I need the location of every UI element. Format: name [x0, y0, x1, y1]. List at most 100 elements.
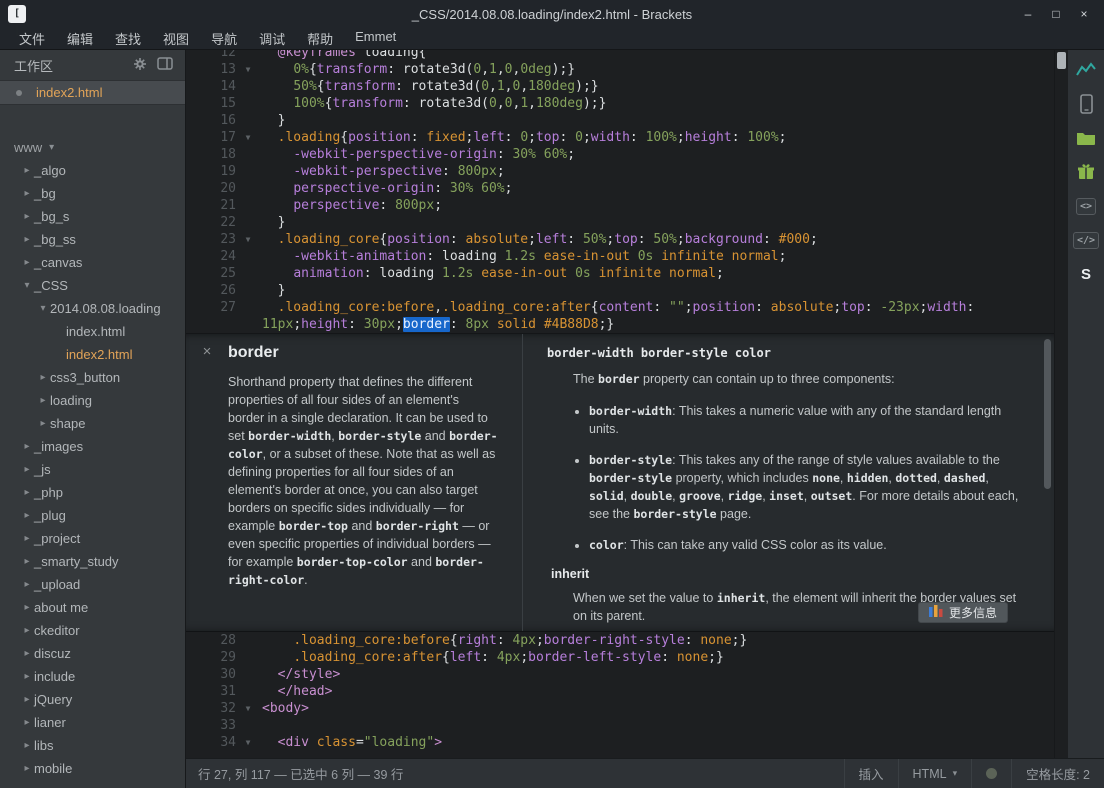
folder-extension-icon[interactable] [1074, 126, 1098, 150]
lint-status-cell[interactable] [971, 759, 1011, 788]
folder-closed-icon[interactable]: ▸ [20, 234, 34, 245]
line-number[interactable]: 29 [186, 649, 240, 666]
code-line-32[interactable]: 32▼<body> [186, 700, 1054, 717]
tree-item-_plug[interactable]: ▸_plug [0, 504, 185, 527]
line-number[interactable]: 16 [186, 112, 240, 129]
code-angle-icon[interactable]: <> [1074, 194, 1098, 218]
line-number[interactable]: 24 [186, 248, 240, 265]
folder-closed-icon[interactable]: ▸ [20, 487, 34, 498]
code-line-26[interactable]: 26 } [186, 282, 1054, 299]
fold-marker-icon[interactable]: ▼ [240, 61, 256, 78]
tree-item-css3_button[interactable]: ▸css3_button [0, 366, 185, 389]
menu-item-视图[interactable]: 视图 [152, 29, 200, 48]
tree-item-index2.html[interactable]: index2.html [0, 343, 185, 366]
line-number[interactable]: 32 [186, 700, 240, 717]
line-number[interactable] [186, 316, 240, 333]
folder-closed-icon[interactable]: ▸ [20, 579, 34, 590]
tree-item-2014.08.08.loading[interactable]: ▾2014.08.08.loading [0, 297, 185, 320]
line-number[interactable]: 12 [186, 50, 240, 61]
language-selector[interactable]: HTML ▾ [898, 759, 972, 788]
line-number[interactable]: 25 [186, 265, 240, 282]
code-line-33[interactable]: 33 [186, 717, 1054, 734]
tree-item-loading[interactable]: ▸loading [0, 389, 185, 412]
folder-closed-icon[interactable]: ▸ [20, 763, 34, 774]
code-line-28[interactable]: 28 .loading_core:before{right: 4px;borde… [186, 632, 1054, 649]
code-line-31[interactable]: 31 </head> [186, 683, 1054, 700]
fold-marker-icon[interactable]: ▼ [240, 700, 256, 717]
line-number[interactable]: 14 [186, 78, 240, 95]
folder-closed-icon[interactable]: ▸ [20, 464, 34, 475]
tree-item-lianer[interactable]: ▸lianer [0, 711, 185, 734]
tree-item-_canvas[interactable]: ▸_canvas [0, 251, 185, 274]
menu-item-编辑[interactable]: 编辑 [56, 29, 104, 48]
folder-closed-icon[interactable]: ▸ [20, 188, 34, 199]
tree-item-discuz[interactable]: ▸discuz [0, 642, 185, 665]
folder-closed-icon[interactable]: ▸ [20, 694, 34, 705]
code-line-27[interactable]: 27 .loading_core:before,.loading_core:af… [186, 299, 1054, 316]
line-number[interactable]: 20 [186, 180, 240, 197]
close-window-icon[interactable]: × [1074, 7, 1094, 21]
line-number[interactable]: 31 [186, 683, 240, 700]
line-number[interactable]: 15 [186, 95, 240, 112]
line-number[interactable]: 18 [186, 146, 240, 163]
folder-closed-icon[interactable]: ▸ [20, 717, 34, 728]
fold-marker-icon[interactable]: ▼ [240, 129, 256, 146]
code-line-16[interactable]: 16 } [186, 112, 1054, 129]
snippets-icon[interactable]: S [1074, 262, 1098, 286]
folder-closed-icon[interactable]: ▸ [36, 372, 50, 383]
tree-item-_bg_s[interactable]: ▸_bg_s [0, 205, 185, 228]
code-line-20[interactable]: 20 perspective-origin: 30% 60%; [186, 180, 1054, 197]
code-line-18[interactable]: 18 -webkit-perspective-origin: 30% 60%; [186, 146, 1054, 163]
code-line-13[interactable]: 13▼ 0%{transform: rotate3d(0,1,0,0deg);} [186, 61, 1054, 78]
gift-extension-icon[interactable] [1074, 160, 1098, 184]
tree-item-index.html[interactable]: index.html [0, 320, 185, 343]
maximize-icon[interactable]: □ [1046, 7, 1066, 21]
code-line-12[interactable]: 12 @keyframes loading{ [186, 50, 1054, 61]
tree-item-_bg_ss[interactable]: ▸_bg_ss [0, 228, 185, 251]
code-line-14[interactable]: 14 50%{transform: rotate3d(0,1,0,180deg)… [186, 78, 1054, 95]
code-line-21[interactable]: 21 perspective: 800px; [186, 197, 1054, 214]
folder-closed-icon[interactable]: ▸ [20, 211, 34, 222]
tree-item-jQuery[interactable]: ▸jQuery [0, 688, 185, 711]
working-file-index2[interactable]: index2.html [0, 80, 185, 105]
code-line-17[interactable]: 17▼ .loading{position: fixed;left: 0;top… [186, 129, 1054, 146]
gear-icon[interactable] [133, 57, 147, 74]
folder-closed-icon[interactable]: ▸ [36, 418, 50, 429]
folder-closed-icon[interactable]: ▸ [20, 648, 34, 659]
tree-item-_upload[interactable]: ▸_upload [0, 573, 185, 596]
folder-closed-icon[interactable]: ▸ [20, 510, 34, 521]
folder-closed-icon[interactable]: ▸ [20, 671, 34, 682]
code-line-25[interactable]: 25 animation: loading 1.2s ease-in-out 0… [186, 265, 1054, 282]
tree-item-include[interactable]: ▸include [0, 665, 185, 688]
code-line-24[interactable]: 24 -webkit-animation: loading 1.2s ease-… [186, 248, 1054, 265]
tree-item-_algo[interactable]: ▸_algo [0, 159, 185, 182]
line-number[interactable]: 19 [186, 163, 240, 180]
folder-closed-icon[interactable]: ▸ [20, 740, 34, 751]
code-line-22[interactable]: 22 } [186, 214, 1054, 231]
close-icon[interactable]: × [186, 334, 228, 631]
line-number[interactable]: 30 [186, 666, 240, 683]
tree-item-_images[interactable]: ▸_images [0, 435, 185, 458]
menu-item-帮助[interactable]: 帮助 [296, 29, 344, 48]
folder-closed-icon[interactable]: ▸ [20, 625, 34, 636]
tree-item-shape[interactable]: ▸shape [0, 412, 185, 435]
folder-closed-icon[interactable]: ▸ [20, 165, 34, 176]
docs-scrollbar-thumb[interactable] [1044, 339, 1051, 489]
folder-closed-icon[interactable]: ▸ [20, 556, 34, 567]
line-number[interactable]: 21 [186, 197, 240, 214]
folder-closed-icon[interactable]: ▸ [20, 533, 34, 544]
line-number[interactable]: 34 [186, 734, 240, 751]
menu-item-查找[interactable]: 查找 [104, 29, 152, 48]
folder-closed-icon[interactable]: ▸ [36, 395, 50, 406]
folder-closed-icon[interactable]: ▸ [20, 257, 34, 268]
code-line-19[interactable]: 19 -webkit-perspective: 800px; [186, 163, 1054, 180]
fold-marker-icon[interactable]: ▼ [240, 734, 256, 751]
line-number[interactable]: 33 [186, 717, 240, 734]
line-number[interactable]: 27 [186, 299, 240, 316]
tree-item-_bg[interactable]: ▸_bg [0, 182, 185, 205]
code-line-29[interactable]: 29 .loading_core:after{left: 4px;border-… [186, 649, 1054, 666]
indent-setting[interactable]: 空格长度: 2 [1011, 759, 1104, 788]
more-info-button[interactable]: 更多信息 [918, 602, 1008, 623]
insert-mode-indicator[interactable]: 插入 [844, 759, 898, 788]
line-number[interactable]: 22 [186, 214, 240, 231]
